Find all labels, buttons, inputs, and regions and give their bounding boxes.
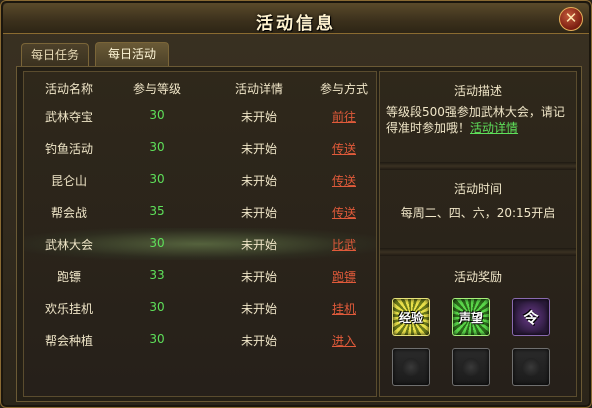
fame-reward-icon[interactable]: 声望 xyxy=(452,298,490,336)
empty-slot-mark xyxy=(522,358,540,376)
activity-action-link[interactable]: 传送 xyxy=(312,204,376,221)
activity-status: 未开始 xyxy=(240,206,277,220)
table-row[interactable]: 欢乐挂机 30 未开始 挂机 xyxy=(24,292,376,324)
activity-level: 30 xyxy=(149,300,165,314)
section-divider xyxy=(380,248,576,256)
activity-detail-panel: 活动描述 等级段500强参加武林大会，请记得准时参加哦！活动详情 活动时间 每周… xyxy=(379,71,577,397)
empty-reward-slot xyxy=(392,348,430,386)
window-title: 活动信息 xyxy=(256,14,336,34)
activity-name: 欢乐挂机 xyxy=(44,302,93,316)
activity-action-link[interactable]: 跑镖 xyxy=(312,268,376,285)
activity-status: 未开始 xyxy=(240,142,277,156)
activity-action-link[interactable]: 比武 xyxy=(312,236,376,253)
description-title: 活动描述 xyxy=(453,84,502,98)
close-button[interactable]: ✕ xyxy=(559,7,583,31)
header-method: 参与方式 xyxy=(319,82,368,96)
activity-action-link[interactable]: 挂机 xyxy=(312,300,376,317)
activity-action-link[interactable]: 前往 xyxy=(312,108,376,125)
activity-name: 昆仑山 xyxy=(50,174,87,188)
section-divider xyxy=(380,162,576,170)
activity-name: 武林夺宝 xyxy=(44,110,93,124)
activity-status: 未开始 xyxy=(240,334,277,348)
activity-name: 帮会种植 xyxy=(44,334,93,348)
table-row[interactable]: 钓鱼活动 30 未开始 传送 xyxy=(24,132,376,164)
header-details: 活动详情 xyxy=(234,82,283,96)
exp-reward-icon[interactable]: 经验 xyxy=(392,298,430,336)
activity-status: 未开始 xyxy=(240,238,277,252)
empty-slot-mark xyxy=(402,358,420,376)
reward-title: 活动奖励 xyxy=(453,270,502,284)
tab-daily-activities[interactable]: 每日活动 xyxy=(95,42,169,68)
details-link[interactable]: 活动详情 xyxy=(470,121,518,135)
activity-name: 钓鱼活动 xyxy=(44,142,93,156)
activity-status: 未开始 xyxy=(240,110,277,124)
activity-info-window: 活动信息 ✕ 每日任务 每日活动 活动名称 参与等级 活动详情 参与方式 武林夺… xyxy=(0,0,592,408)
activity-action-link[interactable]: 进入 xyxy=(312,332,376,349)
token-reward-icon[interactable]: 令 xyxy=(512,298,550,336)
table-row[interactable]: 昆仑山 30 未开始 传送 xyxy=(24,164,376,196)
activity-name: 帮会战 xyxy=(50,206,87,220)
empty-slot-mark xyxy=(462,358,480,376)
exp-reward-label: 经验 xyxy=(398,311,423,325)
activity-level: 30 xyxy=(149,140,165,154)
header-activity-name: 活动名称 xyxy=(44,82,93,96)
table-row[interactable]: 武林夺宝 30 未开始 前往 xyxy=(24,100,376,132)
activity-level: 35 xyxy=(149,204,165,218)
activity-level: 33 xyxy=(149,268,165,282)
table-row[interactable]: 帮会战 35 未开始 传送 xyxy=(24,196,376,228)
activity-level: 30 xyxy=(149,108,165,122)
table-header: 活动名称 参与等级 活动详情 参与方式 xyxy=(24,72,376,98)
table-row-selected[interactable]: 武林大会 30 未开始 比武 xyxy=(24,228,376,260)
activity-status: 未开始 xyxy=(240,302,277,316)
table-row[interactable]: 帮会种植 30 未开始 进入 xyxy=(24,324,376,356)
tab-daily-tasks[interactable]: 每日任务 xyxy=(21,43,89,67)
time-text: 每周二、四、六，20:15开启 xyxy=(400,206,556,220)
description-text: 等级段500强参加武林大会，请记得准时参加哦！活动详情 xyxy=(386,104,572,136)
table-row[interactable]: 跑镖 33 未开始 跑镖 xyxy=(24,260,376,292)
activity-list-panel: 活动名称 参与等级 活动详情 参与方式 武林夺宝 30 未开始 前往 钓鱼活动 … xyxy=(23,71,377,397)
activity-level: 30 xyxy=(149,172,165,186)
title-bar: 活动信息 ✕ xyxy=(3,3,589,34)
activity-name: 武林大会 xyxy=(44,238,93,252)
tab-content: 活动名称 参与等级 活动详情 参与方式 武林夺宝 30 未开始 前往 钓鱼活动 … xyxy=(16,66,582,402)
token-reward-label: 令 xyxy=(523,309,539,327)
activity-name: 跑镖 xyxy=(56,270,81,284)
activity-status: 未开始 xyxy=(240,174,277,188)
header-level: 参与等级 xyxy=(132,82,181,96)
activity-status: 未开始 xyxy=(240,270,277,284)
time-title: 活动时间 xyxy=(453,182,502,196)
activity-action-link[interactable]: 传送 xyxy=(312,140,376,157)
activity-level: 30 xyxy=(149,332,165,346)
empty-reward-slot xyxy=(452,348,490,386)
fame-reward-label: 声望 xyxy=(458,311,483,325)
activity-action-link[interactable]: 传送 xyxy=(312,172,376,189)
activity-level: 30 xyxy=(149,236,165,250)
empty-reward-slot xyxy=(512,348,550,386)
